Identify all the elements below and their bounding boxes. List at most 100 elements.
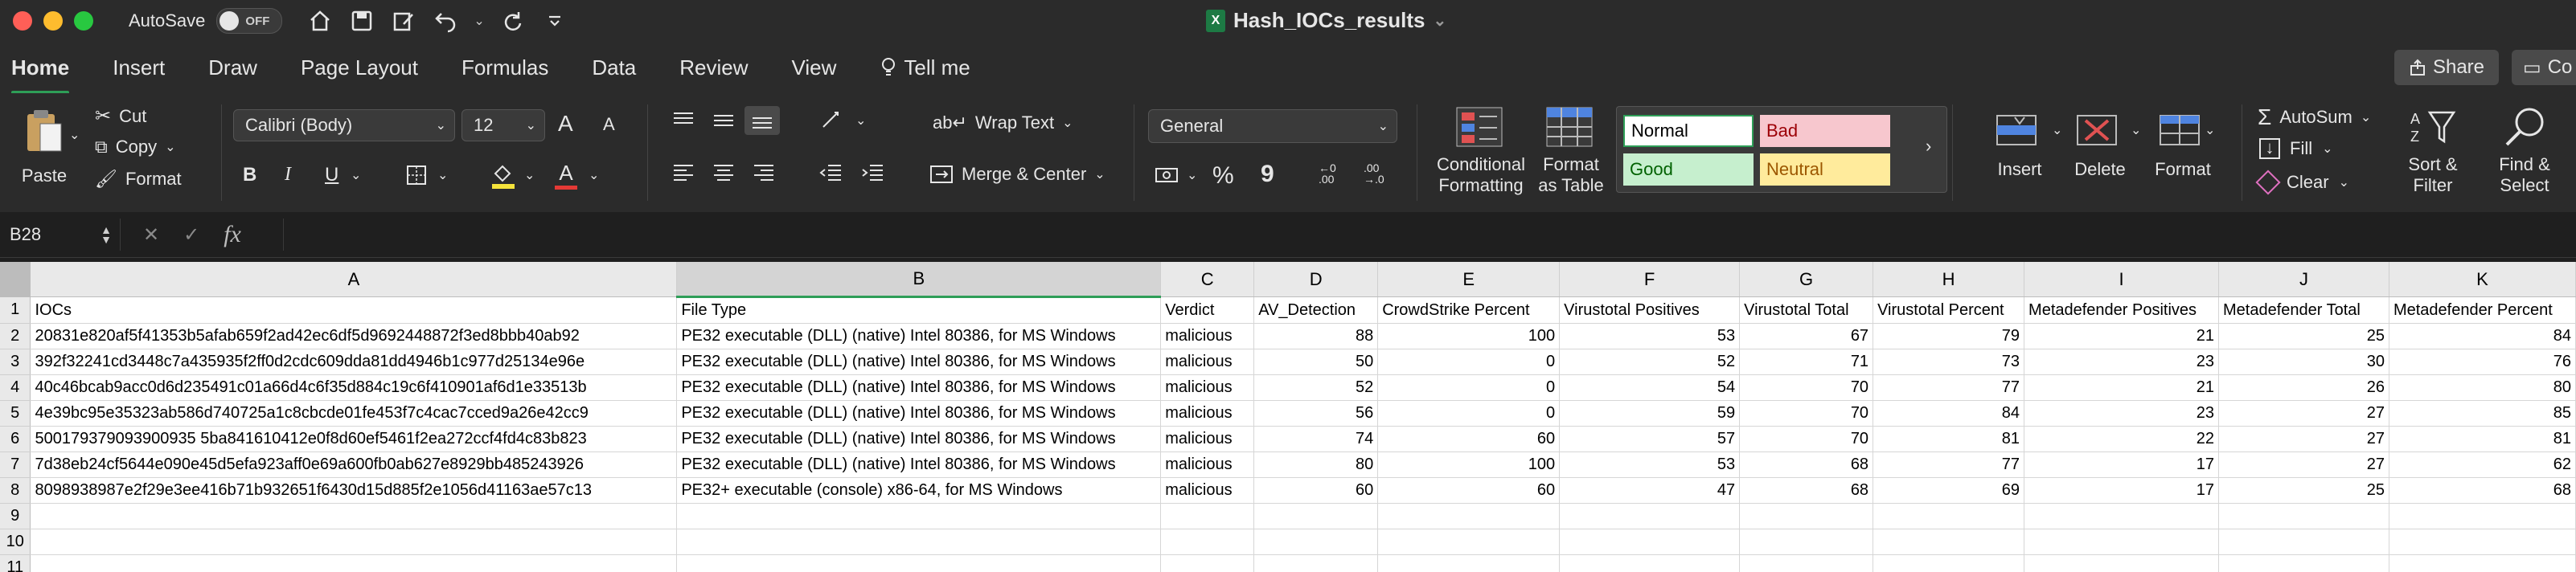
cell[interactable] [1253, 554, 1379, 572]
cell[interactable]: malicious [1160, 323, 1255, 349]
row-header[interactable]: 11 [0, 554, 31, 572]
cell[interactable] [1253, 529, 1379, 555]
tab-data[interactable]: Data [592, 49, 636, 87]
cell[interactable] [2389, 503, 2576, 529]
style-bad[interactable]: Bad [1760, 115, 1890, 147]
undo-dropdown-icon[interactable]: ⌄ [474, 13, 484, 29]
cell[interactable]: 0 [1377, 349, 1561, 375]
row-header[interactable]: 3 [0, 349, 31, 375]
increase-indent-button[interactable] [860, 162, 884, 188]
cell[interactable]: malicious [1160, 349, 1255, 375]
cell[interactable] [1739, 554, 1874, 572]
cell[interactable]: 60 [1253, 477, 1379, 504]
cell[interactable]: 21 [2024, 323, 2219, 349]
cell[interactable]: 40c46bcab9acc0d6d235491c01a66d4c6f35d884… [30, 374, 678, 401]
cell[interactable] [676, 503, 1162, 529]
font-name-select[interactable]: Calibri (Body) ⌄ [233, 109, 455, 141]
insert-dropdown-icon[interactable]: ⌄ [2052, 122, 2062, 138]
copy-button[interactable]: ⧉ Copy ⌄ [95, 137, 175, 157]
cancel-formula-icon[interactable]: ✕ [143, 223, 159, 247]
cell[interactable]: 53 [1559, 451, 1741, 478]
cell[interactable] [676, 529, 1162, 555]
cell[interactable]: 47 [1559, 477, 1741, 504]
row-header[interactable]: 9 [0, 503, 31, 529]
column-header-d[interactable]: D [1253, 262, 1379, 297]
delete-dropdown-icon[interactable]: ⌄ [2131, 122, 2141, 138]
cell[interactable]: 81 [1873, 426, 2025, 452]
cell[interactable]: 77 [1873, 374, 2025, 401]
column-title-cell[interactable]: Virustotal Total [1739, 296, 1874, 324]
style-good[interactable]: Good [1623, 153, 1754, 186]
cell[interactable] [30, 529, 678, 555]
row-header[interactable]: 2 [0, 323, 31, 349]
cell[interactable] [2218, 529, 2389, 555]
row-header[interactable]: 6 [0, 426, 31, 452]
row-header[interactable]: 4 [0, 374, 31, 401]
cell[interactable]: 68 [1739, 477, 1874, 504]
autosum-button[interactable]: Σ AutoSum ⌄ [2258, 104, 2371, 130]
decrease-font-icon[interactable]: A [603, 114, 615, 135]
customize-toolbar-icon[interactable] [541, 7, 568, 35]
cell[interactable]: malicious [1160, 426, 1255, 452]
cell[interactable] [1160, 554, 1255, 572]
number-format-select[interactable]: General ⌄ [1148, 109, 1397, 143]
cell[interactable] [1873, 503, 2025, 529]
cell[interactable]: 100 [1377, 323, 1561, 349]
align-middle-button[interactable] [712, 111, 735, 135]
percent-style-button[interactable]: % [1212, 162, 1234, 190]
minimize-window-button[interactable] [43, 11, 63, 31]
cell[interactable]: 23 [2024, 400, 2219, 427]
cell[interactable]: 23 [2024, 349, 2219, 375]
document-title[interactable]: X Hash_IOCs_results ⌄ [1206, 8, 1446, 33]
cell[interactable]: 20831e820af5f41353b5afab659f2ad42ec6df5d… [30, 323, 678, 349]
row-header[interactable]: 7 [0, 451, 31, 478]
cell[interactable]: 85 [2389, 400, 2576, 427]
align-center-button[interactable] [712, 162, 735, 188]
column-title-cell[interactable]: Verdict [1160, 296, 1255, 324]
paste-button[interactable]: Paste [16, 108, 72, 186]
tab-review[interactable]: Review [679, 49, 748, 87]
tab-insert[interactable]: Insert [113, 49, 165, 87]
increase-decimal-button[interactable]: ←0.00 [1319, 162, 1336, 185]
cell[interactable] [1559, 554, 1741, 572]
column-header-i[interactable]: I [2024, 262, 2219, 297]
tab-view[interactable]: View [792, 49, 837, 87]
increase-font-icon[interactable]: A [558, 111, 573, 137]
cell[interactable] [1377, 503, 1561, 529]
align-bottom-button[interactable] [744, 106, 780, 135]
column-title-cell[interactable]: AV_Detection [1253, 296, 1379, 324]
cut-button[interactable]: ✂ Cut [95, 104, 146, 128]
format-dropdown-icon[interactable]: ⌄ [2205, 122, 2215, 138]
cell[interactable]: 100 [1377, 451, 1561, 478]
font-size-select[interactable]: 12 ⌄ [461, 109, 545, 141]
cell[interactable]: 8098938987e2f29e3ee416b71b932651f6430d15… [30, 477, 678, 504]
cell[interactable]: 17 [2024, 451, 2219, 478]
delete-cells-button[interactable]: Delete [2066, 109, 2134, 180]
cell[interactable]: 81 [2389, 426, 2576, 452]
cell[interactable]: 53 [1559, 323, 1741, 349]
edit-document-icon[interactable] [390, 7, 417, 35]
merge-center-dropdown-icon[interactable]: ⌄ [1094, 166, 1105, 182]
cell[interactable]: 80 [1253, 451, 1379, 478]
cell[interactable]: 59 [1559, 400, 1741, 427]
cell[interactable]: PE32 executable (DLL) (native) Intel 803… [676, 426, 1162, 452]
column-header-f[interactable]: F [1559, 262, 1741, 297]
redo-icon[interactable] [499, 7, 527, 35]
font-color-dropdown-icon[interactable]: ⌄ [589, 167, 599, 183]
cell[interactable] [2389, 529, 2576, 555]
cell[interactable]: malicious [1160, 477, 1255, 504]
column-header-h[interactable]: H [1873, 262, 2025, 297]
column-header-e[interactable]: E [1377, 262, 1561, 297]
cell[interactable] [30, 554, 678, 572]
column-header-b[interactable]: B [676, 262, 1162, 298]
fill-button[interactable]: ↓ Fill ⌄ [2259, 138, 2333, 159]
cell[interactable] [1739, 503, 1874, 529]
save-icon[interactable] [348, 7, 375, 35]
column-title-cell[interactable]: CrowdStrike Percent [1377, 296, 1561, 324]
cell[interactable]: 77 [1873, 451, 2025, 478]
cell[interactable]: 76 [2389, 349, 2576, 375]
tell-me[interactable]: Tell me [880, 49, 970, 87]
cell[interactable]: 70 [1739, 400, 1874, 427]
font-color-button[interactable]: A [555, 161, 577, 190]
wrap-text-button[interactable]: ab↵ Wrap Text ⌄ [933, 112, 1073, 133]
